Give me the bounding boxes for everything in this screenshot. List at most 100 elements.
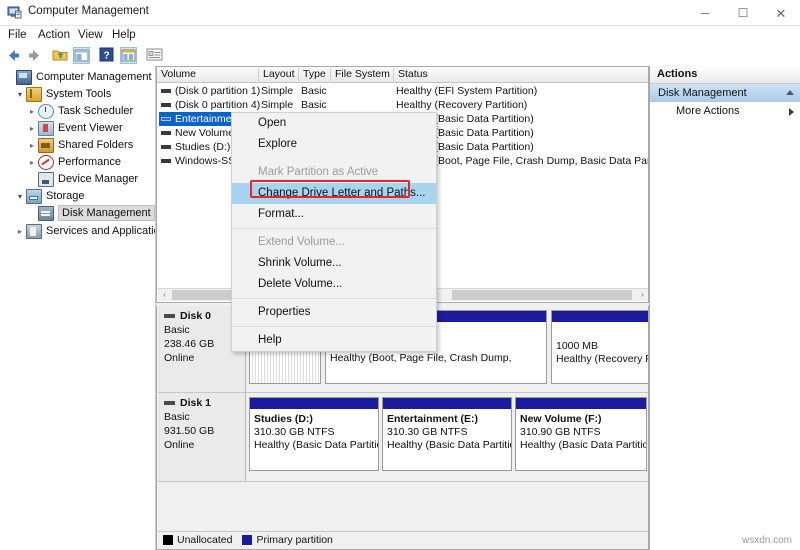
tree-label: Device Manager [58, 173, 139, 185]
watermark: wsxdn.com [741, 535, 792, 546]
cell-status: Healthy (EFI System Partition) [396, 85, 538, 97]
chevron-down-icon[interactable]: ▾ [14, 90, 26, 99]
partition-legend: Unallocated Primary partition [163, 533, 343, 547]
tree-item-task-scheduler[interactable]: ▸ Task Scheduler [26, 103, 133, 119]
context-menu-separator [232, 326, 436, 327]
tree-item-event-viewer[interactable]: ▸ Event Viewer [26, 120, 123, 136]
partition-size: 310.30 GB NTFS [254, 426, 335, 438]
actions-header: Actions [650, 66, 800, 84]
actions-item-label: More Actions [676, 105, 740, 117]
cell-layout: Simple [261, 85, 294, 97]
volume-bar-icon [161, 103, 171, 107]
tree-item-disk-management[interactable]: Disk Management [26, 205, 155, 221]
up-folder-icon[interactable] [52, 47, 69, 64]
partition-studies-d[interactable]: Studies (D:) 310.30 GB NTFS Healthy (Bas… [249, 397, 379, 471]
tree-label: Computer Management (Local) [36, 71, 155, 83]
context-menu-item-format[interactable]: Format... [232, 204, 436, 225]
context-menu-item-open[interactable]: Open [232, 113, 436, 134]
tree-item-performance[interactable]: ▸ Performance [26, 154, 121, 170]
column-header-layout[interactable]: Layout [259, 68, 299, 81]
tree-item-computer-management[interactable]: Computer Management (Local) [4, 69, 155, 85]
partition-name: New Volume (F:) [520, 413, 602, 425]
chevron-down-icon[interactable]: ▾ [14, 192, 26, 201]
tree-label: System Tools [46, 88, 112, 100]
tree-item-device-manager[interactable]: Device Manager [26, 171, 138, 187]
disk-name: Disk 1 [180, 397, 211, 409]
menu-view[interactable]: View [78, 29, 103, 41]
actions-item-label: Disk Management [658, 87, 747, 99]
help-icon[interactable]: ? [99, 47, 116, 64]
partition-name: Entertainment (E:) [387, 413, 479, 425]
tree-item-system-tools[interactable]: ▾ System Tools [14, 86, 111, 102]
tree-item-services-and-applications[interactable]: ▸ Services and Applications [14, 223, 155, 239]
partition-cap [552, 311, 648, 322]
tree-label: Services and Applications [46, 225, 155, 237]
menu-file[interactable]: File [8, 29, 27, 41]
partition-new-volume-f[interactable]: New Volume (F:) 310.90 GB NTFS Healthy (… [515, 397, 647, 471]
disk-icon [164, 314, 175, 318]
minimize-button[interactable]: ─ [686, 0, 724, 26]
column-header-status[interactable]: Status [394, 68, 648, 81]
legend-label: Unallocated [177, 534, 233, 546]
menu-help[interactable]: Help [112, 29, 136, 41]
properties-icon[interactable] [146, 47, 163, 64]
maximize-button[interactable]: ☐ [724, 0, 762, 26]
partition-entertainment-e[interactable]: Entertainment (E:) 310.30 GB NTFS Health… [382, 397, 512, 471]
disk-row-1[interactable]: Disk 1 Basic 931.50 GB Online Studies (D… [158, 393, 648, 481]
table-row[interactable]: (Disk 0 partition 1) Simple Basic Health… [157, 84, 648, 98]
legend-label: Primary partition [256, 534, 333, 546]
actions-item-disk-management[interactable]: Disk Management [650, 84, 800, 102]
table-row[interactable]: (Disk 0 partition 4) Simple Basic Health… [157, 98, 648, 112]
partition-size: 310.90 GB NTFS [520, 426, 601, 438]
chevron-right-icon[interactable]: ▸ [26, 107, 38, 116]
tree-label: Shared Folders [58, 139, 134, 151]
volume-bar-icon [161, 117, 171, 121]
scroll-right-arrow-icon[interactable]: › [636, 289, 648, 301]
actions-item-more-actions[interactable]: More Actions [650, 102, 800, 120]
back-icon[interactable] [5, 47, 22, 64]
device-manager-icon [38, 171, 54, 187]
volume-context-menu: Open Explore Mark Partition as Active Ch… [231, 112, 437, 352]
show-hide-tree-icon[interactable] [73, 47, 90, 64]
chevron-right-icon[interactable]: ▸ [14, 227, 26, 236]
computer-icon [16, 69, 32, 85]
refresh-view-icon[interactable] [120, 47, 137, 64]
forward-icon[interactable] [26, 47, 43, 64]
disk-type: Basic [164, 411, 190, 423]
partition-status: Healthy (Basic Data Partitior [520, 439, 647, 451]
chevron-right-icon[interactable]: ▸ [26, 158, 38, 167]
disk-divider [158, 481, 648, 482]
legend-divider [158, 531, 648, 532]
legend-swatch-primary [242, 535, 253, 545]
context-menu-item-delete-volume[interactable]: Delete Volume... [232, 274, 436, 295]
tree-item-storage[interactable]: ▾ Storage [14, 188, 85, 204]
collapse-triangle-icon[interactable] [786, 90, 794, 95]
cell-volume: Studies (D:) [175, 141, 231, 153]
disk-info-1: Disk 1 Basic 931.50 GB Online [158, 393, 246, 481]
title-bar: Computer Management ─ ☐ ✕ [0, 0, 800, 26]
menu-action[interactable]: Action [38, 29, 70, 41]
cell-type: Basic [301, 99, 327, 111]
cell-volume: (Disk 0 partition 1) [175, 85, 261, 97]
tree-item-shared-folders[interactable]: ▸ Shared Folders [26, 137, 133, 153]
partition-status: Healthy (Basic Data Partitio [387, 439, 512, 451]
column-header-file-system[interactable]: File System [331, 68, 394, 81]
column-header-type[interactable]: Type [299, 68, 331, 81]
tree-label: Disk Management [58, 205, 155, 221]
chevron-right-icon[interactable]: ▸ [26, 124, 38, 133]
submenu-triangle-icon[interactable] [789, 108, 794, 116]
column-header-volume[interactable]: Volume [157, 68, 259, 81]
console-tree-pane: Computer Management (Local) ▾ System Too… [0, 66, 156, 550]
partition-recovery[interactable]: 1000 MB Healthy (Recovery P [551, 310, 648, 384]
context-menu-item-properties[interactable]: Properties [232, 302, 436, 323]
scroll-left-arrow-icon[interactable]: ‹ [158, 289, 171, 301]
context-menu-item-extend-volume: Extend Volume... [258, 236, 345, 248]
context-menu-item-explore[interactable]: Explore [232, 134, 436, 155]
menu-bar: File Action View Help [0, 26, 800, 45]
legend-item-primary-partition: Primary partition [242, 534, 333, 546]
context-menu-item-help[interactable]: Help [232, 330, 436, 351]
close-button[interactable]: ✕ [762, 0, 800, 26]
context-menu-item-shrink-volume[interactable]: Shrink Volume... [232, 253, 436, 274]
cell-status: Healthy (Recovery Partition) [396, 99, 528, 111]
chevron-right-icon[interactable]: ▸ [26, 141, 38, 150]
